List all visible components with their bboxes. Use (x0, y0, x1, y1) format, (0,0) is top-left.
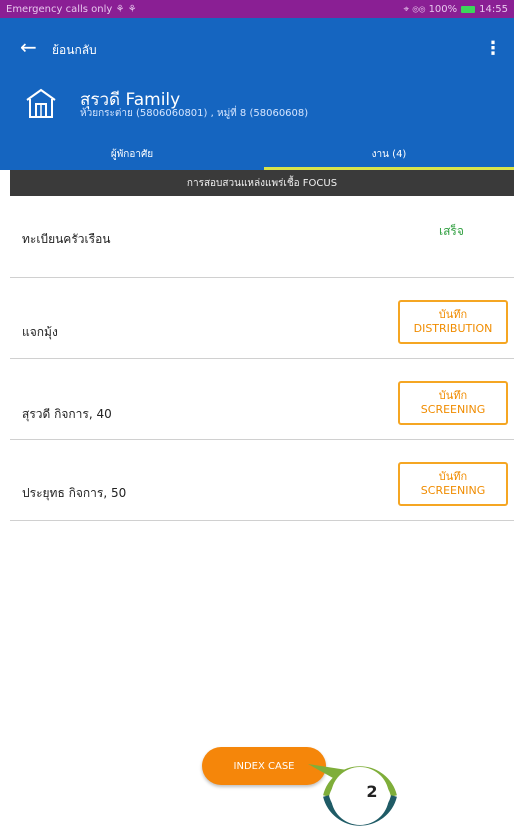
back-button-label[interactable]: ย้อนกลับ (52, 41, 97, 60)
status-bar-time: 14:55 (479, 3, 508, 15)
status-bar-indicators: ⌖ ⦾⦾ 100% (403, 3, 458, 15)
button-line-1: บันทึก (438, 308, 468, 321)
record-distribution-button[interactable]: บันทึก DISTRIBUTION (398, 300, 508, 344)
status-done: เสร็จ (439, 224, 464, 238)
step-number: 2 (366, 782, 378, 801)
family-location: ห้วยกระต่าย (5806060801) , หมู่ที่ 8 (58… (80, 108, 309, 119)
status-bar-left-text: Emergency calls only ⚘ ⚘ (6, 3, 137, 15)
button-line-2: SCREENING (420, 403, 486, 416)
button-line-1: บันทึก (438, 389, 468, 402)
bottom-bar (10, 788, 514, 826)
status-bar: Emergency calls only ⚘ ⚘ ⌖ ⦾⦾ 100% 14:55 (0, 0, 514, 18)
record-screening-button[interactable]: บันทึก SCREENING (398, 381, 508, 425)
task-label: ประยุทธ กิจการ, 50 (22, 486, 127, 500)
tab-tasks[interactable]: งาน (4) (264, 138, 514, 170)
section-header: การสอบสวนแหล่งแพร่เชื้อ FOCUS (10, 170, 514, 196)
button-line-2: DISTRIBUTION (413, 322, 493, 335)
battery-icon (461, 5, 476, 13)
task-list: ทะเบียนครัวเรือน เสร็จ แจกมุ้ง บันทึก DI… (10, 197, 514, 521)
tab-residents[interactable]: ผู้พักอาศัย (0, 138, 264, 170)
house-icon (26, 88, 56, 118)
top-app-bar: ← ย้อนกลับ ⋮ (0, 34, 514, 64)
task-label: ทะเบียนครัวเรือน (22, 232, 111, 246)
list-item: ทะเบียนครัวเรือน เสร็จ (10, 197, 514, 278)
task-label: แจกมุ้ง (22, 325, 58, 339)
record-screening-button[interactable]: บันทึก SCREENING (398, 462, 508, 506)
list-item: แจกมุ้ง บันทึก DISTRIBUTION (10, 278, 514, 359)
list-item: ประยุทธ กิจการ, 50 บันทึก SCREENING (10, 440, 514, 521)
button-line-2: SCREENING (420, 484, 486, 497)
status-bar-right: ⌖ ⦾⦾ 100% 14:55 (404, 4, 508, 15)
tab-bar: ผู้พักอาศัย งาน (4) (0, 138, 514, 170)
back-arrow-icon[interactable]: ← (20, 37, 37, 57)
list-item: สุรวดี กิจการ, 40 บันทึก SCREENING (10, 359, 514, 440)
button-line-1: บันทึก (438, 470, 468, 483)
task-label: สุรวดี กิจการ, 40 (22, 407, 112, 421)
app-header: ← ย้อนกลับ ⋮ สุรวดี Family ห้วยกระต่าย (… (0, 18, 514, 170)
more-options-icon[interactable]: ⋮ (484, 38, 502, 59)
